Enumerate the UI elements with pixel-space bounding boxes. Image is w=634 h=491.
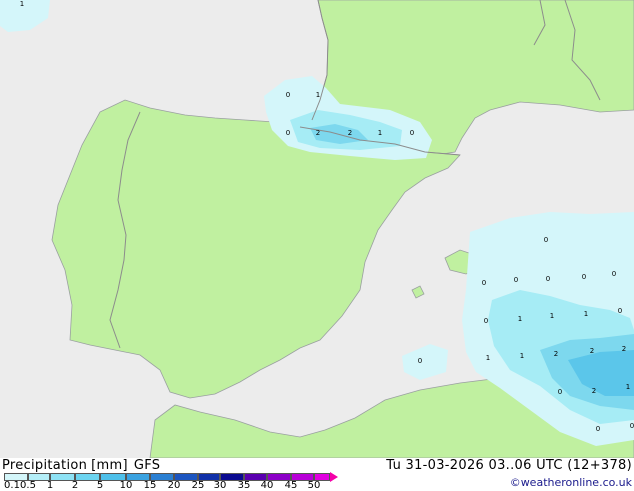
scale-tick-label: 10: [119, 480, 133, 491]
precip-value-label: 1: [486, 354, 490, 362]
precip-value-label: 1: [626, 383, 630, 391]
scale-tick-label: 25: [191, 480, 205, 491]
legend-title: Precipitation [mm] GFS: [2, 458, 160, 473]
scale-tick-label: 40: [260, 480, 274, 491]
scale-tick-label: 5: [96, 480, 104, 491]
scale-tick-label: 2: [71, 480, 79, 491]
precip-value-label: 1: [518, 315, 522, 323]
precip-value-label: 0: [484, 317, 488, 325]
forecast-date: Tu 31-03-2026 03..06 UTC (12+378): [386, 458, 632, 473]
scale-tick-label: 35: [237, 480, 251, 491]
precip-value-label: 0: [630, 422, 634, 430]
legend-model: GFS: [133, 458, 161, 473]
legend-title-text: Precipitation: [2, 458, 88, 473]
precip-value-label: 0: [596, 425, 600, 433]
precip-value-label: 0: [482, 279, 486, 287]
precip-value-label: 2: [554, 350, 558, 358]
precip-value-label: 0: [514, 276, 518, 284]
precip-value-label: 2: [316, 129, 320, 137]
scale-tick-label: 1: [46, 480, 54, 491]
precip-value-label: 0: [558, 388, 562, 396]
precip-value-label: 0: [582, 273, 586, 281]
precip-value-label: 1: [20, 0, 24, 8]
precip-value-label: 0: [418, 357, 422, 365]
credit-link[interactable]: ©weatheronline.co.uk: [510, 476, 632, 489]
precip-value-label: 1: [520, 352, 524, 360]
precip-value-label: 1: [378, 129, 382, 137]
precip-value-label: 1: [316, 91, 320, 99]
scale-tick-label: 0.5: [20, 480, 36, 491]
scale-tick-label: 0.1: [4, 480, 20, 491]
scale-tick-label: 45: [284, 480, 298, 491]
precip-value-label: 0: [618, 307, 622, 315]
scale-tick-label: 30: [213, 480, 227, 491]
scale-tick-label: 20: [167, 480, 181, 491]
legend-bar: Precipitation [mm] GFS Tu 31-03-2026 03..0…: [0, 458, 634, 491]
precip-value-label: 2: [592, 387, 596, 395]
legend-unit: [mm]: [91, 458, 128, 473]
precip-value-label: 0: [286, 91, 290, 99]
precipitation-map[interactable]: 1 0 1 0 2 2 1 0 0 0 0 0 0 0 1 1 0 1 0 1 1 2 2 2 1 0 2 0 0 0: [0, 0, 634, 458]
precip-value-label: 2: [348, 129, 352, 137]
precip-value-label: 0: [612, 270, 616, 278]
precip-value-label: 0: [286, 129, 290, 137]
precip-value-label: 0: [410, 129, 414, 137]
scale-arrow-icon: [330, 472, 338, 482]
precip-value-label: 0: [546, 275, 550, 283]
precip-value-label: 0: [544, 236, 548, 244]
precip-value-label: 1: [584, 310, 588, 318]
scale-tick-label: 15: [143, 480, 157, 491]
precip-value-label: 2: [590, 347, 594, 355]
precip-value-label: 1: [550, 312, 554, 320]
map-canvas: 1 0 1 0 2 2 1 0 0 0 0 0 0 0 1 1 0 1 0 1 1 2 2 2 1 0 2 0 0 0: [0, 0, 634, 458]
precip-value-label: 2: [622, 345, 626, 353]
scale-tick-label: 50: [307, 480, 321, 491]
